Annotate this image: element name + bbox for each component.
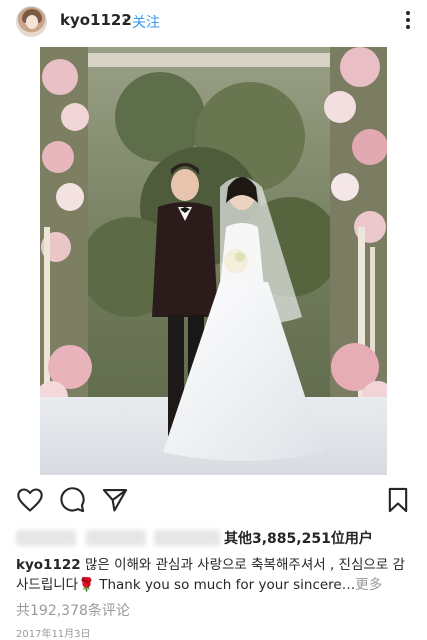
- avatar-face: [26, 15, 38, 29]
- caption-username[interactable]: kyo1122: [16, 557, 81, 573]
- post-caption: kyo1122 많은 이해와 관심과 사랑으로 축복해주셔서 , 진심으로 감사…: [16, 555, 414, 595]
- blurred-user: [154, 530, 220, 546]
- bookmark-icon[interactable]: [384, 486, 414, 516]
- comment-bubble-icon[interactable]: [58, 486, 88, 516]
- wedding-photo: [40, 47, 387, 475]
- post-date: 2017年11月3日: [16, 629, 91, 640]
- likes-row: 其他3,885,251位用户: [16, 528, 416, 550]
- more-link[interactable]: 更多: [355, 577, 382, 593]
- heart-icon[interactable]: [16, 486, 46, 516]
- post-image[interactable]: [40, 47, 387, 475]
- profile-avatar[interactable]: [16, 6, 47, 37]
- blurred-user: [86, 530, 146, 546]
- more-vertical-icon[interactable]: [405, 11, 411, 31]
- paper-plane-icon[interactable]: [101, 486, 131, 516]
- blurred-user: [16, 530, 76, 546]
- separator-dot: ·: [123, 11, 128, 29]
- likes-count[interactable]: 其他3,885,251位用户: [224, 528, 373, 548]
- post-username[interactable]: kyo1122: [60, 11, 132, 29]
- follow-button[interactable]: 关注: [132, 12, 160, 32]
- view-comments-link[interactable]: 共192,378条评论: [16, 600, 130, 620]
- action-bar: [0, 486, 427, 518]
- post-header: kyo1122 · 关注: [0, 0, 427, 46]
